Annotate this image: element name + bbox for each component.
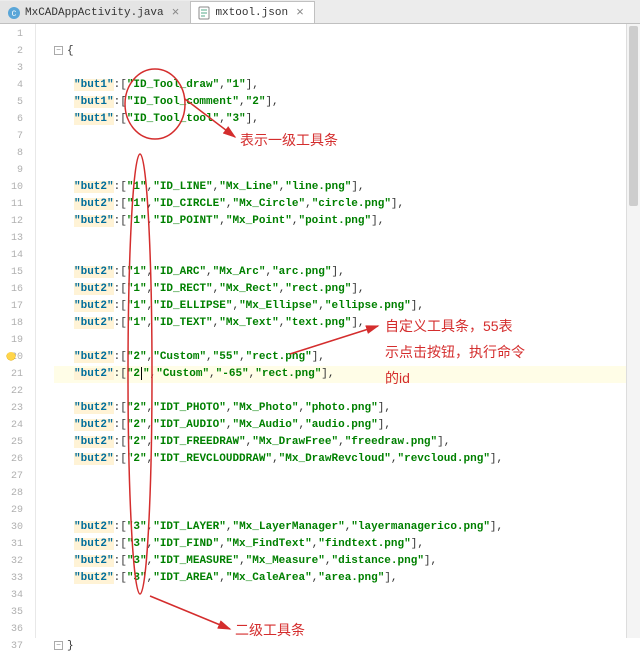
line-number: 1 — [0, 26, 35, 43]
svg-text:C: C — [12, 10, 17, 19]
line-number: 9 — [0, 162, 35, 179]
code-line[interactable]: "but2":["2","Custom","-65","rect.png"], — [54, 366, 640, 383]
line-number: 17 — [0, 298, 35, 315]
line-number: 12 — [0, 213, 35, 230]
code-line[interactable]: "but2":["2","IDT_REVCLOUDDRAW","Mx_DrawR… — [54, 451, 640, 468]
line-number: 21 — [0, 366, 35, 383]
code-line[interactable]: "but2":["2","IDT_AUDIO","Mx_Audio","audi… — [54, 417, 640, 434]
code-line[interactable] — [54, 621, 640, 638]
line-number: 32 — [0, 553, 35, 570]
code-line[interactable] — [54, 128, 640, 145]
scrollbar-thumb[interactable] — [629, 26, 638, 206]
code-line[interactable]: "but2":["1","ID_RECT","Mx_Rect","rect.pn… — [54, 281, 640, 298]
line-number: 10 — [0, 179, 35, 196]
line-number: 5 — [0, 94, 35, 111]
line-number: 8 — [0, 145, 35, 162]
code-line[interactable]: "but2":["1","ID_POINT","Mx_Point","point… — [54, 213, 640, 230]
line-number: 11 — [0, 196, 35, 213]
code-line[interactable]: −{ — [54, 43, 640, 60]
line-number: 20 — [0, 349, 35, 366]
code-line[interactable]: "but2":["1","ID_ARC","Mx_Arc","arc.png"]… — [54, 264, 640, 281]
line-number: 13 — [0, 230, 35, 247]
code-line[interactable]: "but2":["3","IDT_MEASURE","Mx_Measure","… — [54, 553, 640, 570]
code-line[interactable] — [54, 26, 640, 43]
code-line[interactable]: "but2":["3","IDT_LAYER","Mx_LayerManager… — [54, 519, 640, 536]
code-line[interactable] — [54, 383, 640, 400]
tab-label: mxtool.json — [215, 7, 288, 19]
code-line[interactable]: "but2":["1","ID_TEXT","Mx_Text","text.pn… — [54, 315, 640, 332]
code-line[interactable]: "but2":["3","IDT_AREA","Mx_CaleArea","ar… — [54, 570, 640, 587]
code-line[interactable]: "but2":["1","ID_CIRCLE","Mx_Circle","cir… — [54, 196, 640, 213]
code-line[interactable]: "but2":["2","IDT_FREEDRAW","Mx_DrawFree"… — [54, 434, 640, 451]
code-area[interactable]: −{"but1":["ID_Tool_draw","1"],"but1":["I… — [36, 24, 640, 638]
code-line[interactable] — [54, 230, 640, 247]
line-number: 4 — [0, 77, 35, 94]
line-number: 33 — [0, 570, 35, 587]
line-number: 16 — [0, 281, 35, 298]
line-number: 29 — [0, 502, 35, 519]
tab-label: MxCADAppActivity.java — [25, 7, 164, 19]
line-number: 30 — [0, 519, 35, 536]
line-number: 27 — [0, 468, 35, 485]
java-file-icon: C — [7, 6, 21, 20]
line-number: 34 — [0, 587, 35, 604]
code-line[interactable]: "but1":["ID_Tool_tool","3"], — [54, 111, 640, 128]
line-number: 35 — [0, 604, 35, 621]
line-number: 28 — [0, 485, 35, 502]
tab-java[interactable]: C MxCADAppActivity.java × — [0, 1, 190, 23]
code-line[interactable] — [54, 332, 640, 349]
line-number: 26 — [0, 451, 35, 468]
line-number: 7 — [0, 128, 35, 145]
code-line[interactable] — [54, 485, 640, 502]
line-number: 18 — [0, 315, 35, 332]
code-line[interactable]: "but1":["ID_Tool_comment","2"], — [54, 94, 640, 111]
line-number: 15 — [0, 264, 35, 281]
code-line[interactable] — [54, 468, 640, 485]
code-line[interactable] — [54, 587, 640, 604]
line-number: 23 — [0, 400, 35, 417]
code-line[interactable] — [54, 502, 640, 519]
code-line[interactable]: "but2":["2","IDT_PHOTO","Mx_Photo","phot… — [54, 400, 640, 417]
code-line[interactable]: "but2":["1","ID_ELLIPSE","Mx_Ellipse","e… — [54, 298, 640, 315]
close-icon[interactable]: × — [172, 5, 180, 20]
code-line[interactable] — [54, 162, 640, 179]
code-line[interactable] — [54, 247, 640, 264]
code-line[interactable]: "but2":["2","Custom","55","rect.png"], — [54, 349, 640, 366]
line-number: 2 — [0, 43, 35, 60]
line-number: 37 — [0, 638, 35, 655]
line-number: 36 — [0, 621, 35, 638]
line-number: 3 — [0, 60, 35, 77]
code-line[interactable]: "but1":["ID_Tool_draw","1"], — [54, 77, 640, 94]
close-icon[interactable]: × — [296, 5, 304, 20]
line-number: 6 — [0, 111, 35, 128]
code-line[interactable] — [54, 604, 640, 621]
fold-icon[interactable]: − — [54, 46, 63, 55]
code-line[interactable]: "but2":["3","IDT_FIND","Mx_FindText","fi… — [54, 536, 640, 553]
line-number-gutter: 1234567891011121314151617181920212223242… — [0, 24, 36, 638]
line-number: 14 — [0, 247, 35, 264]
line-number: 22 — [0, 383, 35, 400]
line-number: 19 — [0, 332, 35, 349]
json-file-icon — [197, 6, 211, 20]
vertical-scrollbar[interactable] — [626, 24, 640, 638]
tab-bar: C MxCADAppActivity.java × mxtool.json × — [0, 0, 640, 24]
code-line[interactable]: "but2":["1","ID_LINE","Mx_Line","line.pn… — [54, 179, 640, 196]
code-line[interactable] — [54, 145, 640, 162]
line-number: 31 — [0, 536, 35, 553]
code-line[interactable] — [54, 60, 640, 77]
tab-json[interactable]: mxtool.json × — [190, 1, 314, 23]
editor: 1234567891011121314151617181920212223242… — [0, 24, 640, 638]
code-line[interactable]: −} — [54, 638, 640, 655]
line-number: 25 — [0, 434, 35, 451]
line-number: 24 — [0, 417, 35, 434]
fold-icon[interactable]: − — [54, 641, 63, 650]
